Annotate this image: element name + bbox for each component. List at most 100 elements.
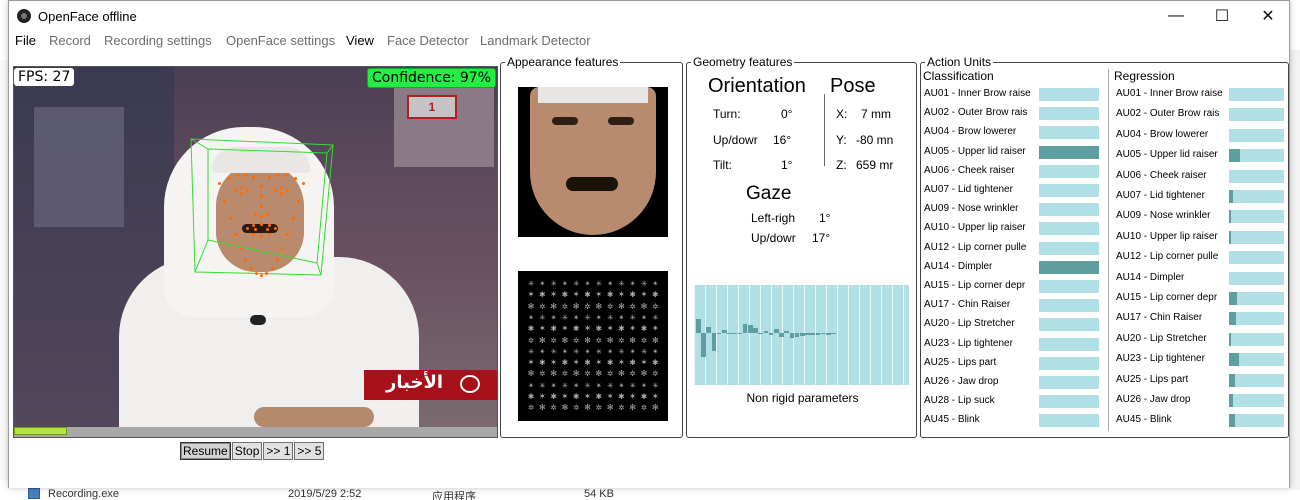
hog-cell: ✱: [550, 391, 557, 402]
hog-cell: ✲: [652, 368, 659, 380]
pose-y-value: -80 mn: [856, 133, 894, 147]
pose-heading: Pose: [830, 75, 876, 97]
au-row: AU09 - Nose wrinkler: [1116, 209, 1284, 224]
hog-cell: ✳: [550, 278, 557, 289]
background-left-strip: [0, 60, 8, 480]
au-intensity-fill: [1039, 145, 1099, 159]
au-intensity-bar: [1039, 299, 1099, 313]
landmark-point: [274, 227, 277, 230]
nonrigid-param-bar: [727, 333, 732, 334]
nonrigid-param-bar: [789, 333, 795, 338]
hog-cell: ✲: [640, 334, 648, 346]
menu-record[interactable]: Record: [49, 33, 91, 48]
au-intensity-fill: [1039, 260, 1099, 274]
pose-z-label: Z:: [836, 158, 847, 172]
hog-cell: ✳: [595, 345, 602, 357]
gaze-updown-label: Up/dowr: [751, 231, 796, 245]
au-row: AU17 - Chin Raiser: [1116, 311, 1284, 326]
pose-x-label: X:: [836, 107, 848, 121]
menu-openface-settings[interactable]: OpenFace settings: [226, 33, 335, 48]
menu-recording-settings[interactable]: Recording settings: [104, 33, 212, 48]
video-panel: 1 الأخبار FPS: 27 Confidence: 97%: [13, 66, 498, 438]
background-file-type: 应用程序: [432, 491, 476, 500]
hog-cell: ✴: [629, 278, 636, 289]
au-row: AU26 - Jaw drop: [1116, 393, 1284, 407]
nonrigid-grid-line: [848, 285, 849, 385]
au-row: AU15 - Lip corner depr: [1116, 291, 1284, 305]
landmark-point: [286, 189, 289, 192]
background-file-row[interactable]: Recording.exe 2019/5/29 2:52 应用程序 54 KB: [28, 488, 968, 500]
hog-cell: ✴: [652, 278, 659, 289]
nonrigid-param-bar: [831, 333, 836, 335]
hog-cell: ✲: [618, 334, 625, 346]
au-row: AU20 - Lip Stretcher: [924, 317, 1099, 332]
skip-1-button[interactable]: >> 1: [263, 442, 294, 460]
hog-cell: ✳: [584, 379, 591, 391]
au-name: AU10 - Upper lip raiser: [1116, 230, 1218, 242]
hog-cell: ✶: [618, 289, 625, 301]
maximize-button[interactable]: ☐: [1199, 1, 1245, 31]
hog-cell: ✲: [618, 402, 625, 414]
background-file-size: 54 KB: [584, 488, 614, 500]
hog-cell: ✲: [527, 402, 535, 414]
title-bar[interactable]: OpenFace offline — ☐ ✕: [9, 1, 1289, 31]
menu-view[interactable]: View: [346, 33, 374, 48]
au-name: AU04 - Brow lowerer: [1116, 128, 1209, 140]
au-name: AU12 - Lip corner pulle: [924, 241, 1027, 253]
au-intensity-bar: [1039, 164, 1099, 178]
landmark-point: [254, 272, 258, 276]
hog-cell: ✻: [640, 300, 648, 312]
hog-cell: ✻: [527, 300, 535, 312]
hog-cell: ✴: [618, 379, 625, 391]
hog-cell: ✱: [607, 357, 614, 369]
landmark-point: [218, 182, 221, 185]
hog-cell: ✻: [652, 334, 659, 346]
au-intensity-fill: [1229, 373, 1235, 387]
au-intensity-fill: [1229, 312, 1236, 326]
au-intensity-bar: [1229, 312, 1284, 326]
close-button[interactable]: ✕: [1245, 1, 1291, 31]
au-name: AU25 - Lips part: [1116, 373, 1189, 385]
hog-cell: ✻: [618, 368, 625, 380]
menu-landmark-detector[interactable]: Landmark Detector: [480, 33, 591, 48]
geometry-divider: [824, 94, 825, 166]
menu-face-detector[interactable]: Face Detector: [387, 33, 469, 48]
landmark-point: [268, 176, 271, 179]
nonrigid-grid-line: [694, 285, 695, 385]
hog-cell: ✱: [618, 391, 625, 402]
aligned-face-left-eye: [552, 117, 578, 125]
landmark-point: [244, 174, 247, 177]
hog-cell: ✱: [595, 323, 602, 335]
nonrigid-grid-line: [749, 285, 750, 385]
au-row: AU05 - Upper lid raiser: [924, 145, 1099, 159]
hog-cell: ✳: [652, 379, 659, 391]
turn-label: Turn:: [713, 107, 741, 121]
au-intensity-bar: [1039, 88, 1099, 101]
stop-button[interactable]: Stop: [231, 442, 263, 460]
resume-button[interactable]: Resume: [180, 442, 231, 460]
landmark-point: [266, 213, 269, 216]
hog-cell: ✶: [652, 391, 659, 402]
au-name: AU20 - Lip Stretcher: [924, 318, 1015, 330]
gaze-leftright-value: 1°: [819, 211, 831, 225]
hog-cell: ✴: [607, 345, 614, 357]
menu-file[interactable]: File: [15, 33, 36, 48]
skip-5-button[interactable]: >> 5: [294, 442, 325, 460]
video-progress-track[interactable]: [14, 427, 497, 437]
au-intensity-fill: [1229, 332, 1231, 346]
nonrigid-param-bar: [748, 325, 753, 333]
au-intensity-fill: [1229, 149, 1240, 163]
hog-cell: ✱: [629, 357, 636, 369]
hog-cell: ✲: [573, 334, 580, 346]
hog-cell: ✶: [539, 323, 546, 335]
hog-cell: ✳: [629, 379, 636, 391]
au-intensity-bar: [1039, 395, 1099, 409]
hog-cell: ✲: [629, 300, 636, 312]
au-intensity-bar: [1229, 394, 1284, 407]
hog-cell: ✴: [595, 311, 602, 323]
hog-cell: ✱: [539, 289, 546, 301]
minimize-button[interactable]: —: [1153, 1, 1199, 31]
au-name: AU09 - Nose wrinkler: [1116, 210, 1211, 222]
au-intensity-fill: [1229, 190, 1233, 203]
aligned-face-right-eye: [608, 117, 634, 125]
